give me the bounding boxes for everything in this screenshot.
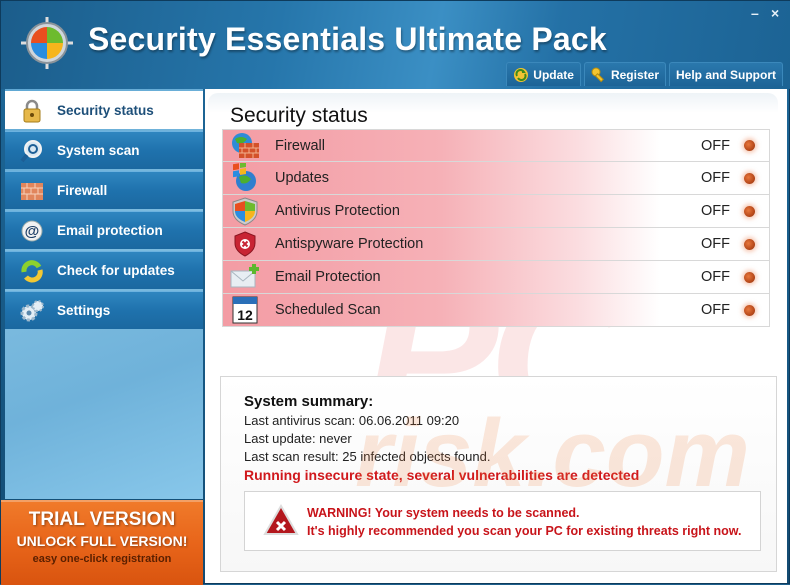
- sidebar-item-label: Security status: [57, 103, 154, 118]
- status-off-indicator: [744, 172, 755, 184]
- warning-box: WARNING! Your system needs to be scanned…: [244, 491, 761, 551]
- last-antivirus-scan: Last antivirus scan: 06.06.2011 09:20: [244, 413, 460, 428]
- last-update: Last update: never: [244, 431, 352, 446]
- sidebar-item-label: Email protection: [57, 223, 163, 238]
- status-off-indicator: [744, 238, 755, 250]
- calendar-icon: 12: [232, 296, 258, 324]
- status-label: Antispyware Protection: [275, 236, 424, 252]
- brick-wall-icon: [21, 182, 43, 200]
- help-support-button[interactable]: Help and Support: [669, 62, 783, 86]
- status-label: Updates: [275, 170, 330, 186]
- app-window: Security Essentials Ultimate Pack – × Up…: [0, 0, 790, 585]
- svg-text:@: @: [25, 223, 40, 240]
- warning-line-1: WARNING! Your system needs to be scanned…: [307, 506, 580, 520]
- trial-version-label: TRIAL VERSION: [28, 509, 176, 530]
- status-off-indicator: [744, 271, 755, 283]
- red-x-shield-icon: [234, 231, 256, 257]
- status-value: OFF: [701, 170, 730, 186]
- firewall-globe-icon: [232, 132, 259, 158]
- registration-label: easy one-click registration: [32, 553, 172, 565]
- warning-line-2: It's highly recommended you scan your PC…: [307, 524, 742, 538]
- top-navigation: Update Register Help and Support: [506, 62, 783, 86]
- status-value: OFF: [701, 236, 730, 252]
- main-panel: PC Security status Firewall OFF Updates …: [205, 89, 787, 583]
- sidebar-item-system-scan[interactable]: System scan: [5, 131, 203, 169]
- register-label: Register: [610, 67, 659, 82]
- page-title: Security status: [230, 104, 368, 127]
- status-off-indicator: [744, 140, 755, 151]
- status-row-antivirus: Antivirus Protection OFF: [222, 195, 770, 228]
- windows-update-icon: [233, 163, 256, 191]
- status-value: OFF: [701, 203, 730, 219]
- status-off-indicator: [744, 304, 755, 316]
- status-list: Firewall OFF Updates OFF Antivirus Prote…: [222, 129, 770, 327]
- status-label: Firewall: [275, 137, 325, 154]
- padlock-icon: [23, 99, 41, 122]
- status-value: OFF: [701, 137, 730, 154]
- title-bar: Security Essentials Ultimate Pack – × Up…: [1, 1, 790, 89]
- status-label: Scheduled Scan: [275, 302, 381, 318]
- sidebar-item-firewall[interactable]: Firewall: [5, 171, 203, 209]
- update-button[interactable]: Update: [506, 62, 581, 86]
- insecure-state-alert: Running insecure state, several vulnerab…: [244, 467, 640, 483]
- sidebar-item-email-protection[interactable]: @ Email protection: [5, 211, 203, 249]
- warning-triangle-icon: [263, 504, 299, 535]
- status-row-updates: Updates OFF: [222, 162, 770, 195]
- status-value: OFF: [701, 269, 730, 285]
- sidebar: Security status System scan Firewall @ E…: [5, 89, 203, 499]
- update-arrows-icon: [514, 67, 529, 82]
- app-title: Security Essentials Ultimate Pack: [88, 21, 607, 57]
- status-row-firewall: Firewall OFF: [222, 129, 770, 162]
- sidebar-item-security-status[interactable]: Security status: [5, 91, 203, 129]
- status-off-indicator: [744, 205, 755, 217]
- sidebar-item-label: Firewall: [57, 183, 108, 198]
- status-label: Email Protection: [275, 269, 381, 285]
- magnifier-icon: [20, 139, 42, 162]
- at-sign-icon: @: [21, 220, 43, 241]
- status-row-antispyware: Antispyware Protection OFF: [222, 228, 770, 261]
- trial-version-banner[interactable]: TRIAL VERSION UNLOCK FULL VERSION! easy …: [1, 500, 203, 585]
- unlock-full-version-label: UNLOCK FULL VERSION!: [16, 533, 188, 549]
- windows-shield-icon: [232, 197, 258, 226]
- gears-icon: [20, 299, 44, 321]
- sidebar-item-check-updates[interactable]: Check for updates: [5, 251, 203, 289]
- update-label: Update: [533, 67, 574, 82]
- sidebar-item-label: Check for updates: [57, 263, 175, 278]
- summary-title: System summary:: [244, 393, 374, 410]
- minimize-button[interactable]: –: [751, 5, 759, 21]
- sidebar-item-label: Settings: [57, 303, 111, 318]
- status-value: OFF: [701, 302, 730, 318]
- status-row-scheduled-scan: 12 Scheduled Scan OFF: [222, 294, 770, 327]
- register-button[interactable]: Register: [583, 62, 666, 86]
- close-button[interactable]: ×: [771, 5, 779, 21]
- app-logo-icon: [21, 17, 73, 69]
- system-summary-box: System summary: Last antivirus scan: 06.…: [220, 376, 777, 572]
- status-row-email: Email Protection OFF: [222, 261, 770, 294]
- help-support-label: Help and Support: [676, 67, 776, 82]
- last-scan-result: Last scan result: 25 infected objects fo…: [244, 449, 491, 464]
- sidebar-item-label: System scan: [57, 143, 140, 158]
- envelope-plus-icon: [230, 264, 259, 288]
- update-arrows-icon: [21, 259, 43, 282]
- key-icon: [591, 67, 604, 82]
- calendar-day: 12: [237, 307, 253, 323]
- sidebar-item-settings[interactable]: Settings: [5, 291, 203, 329]
- status-label: Antivirus Protection: [275, 203, 400, 219]
